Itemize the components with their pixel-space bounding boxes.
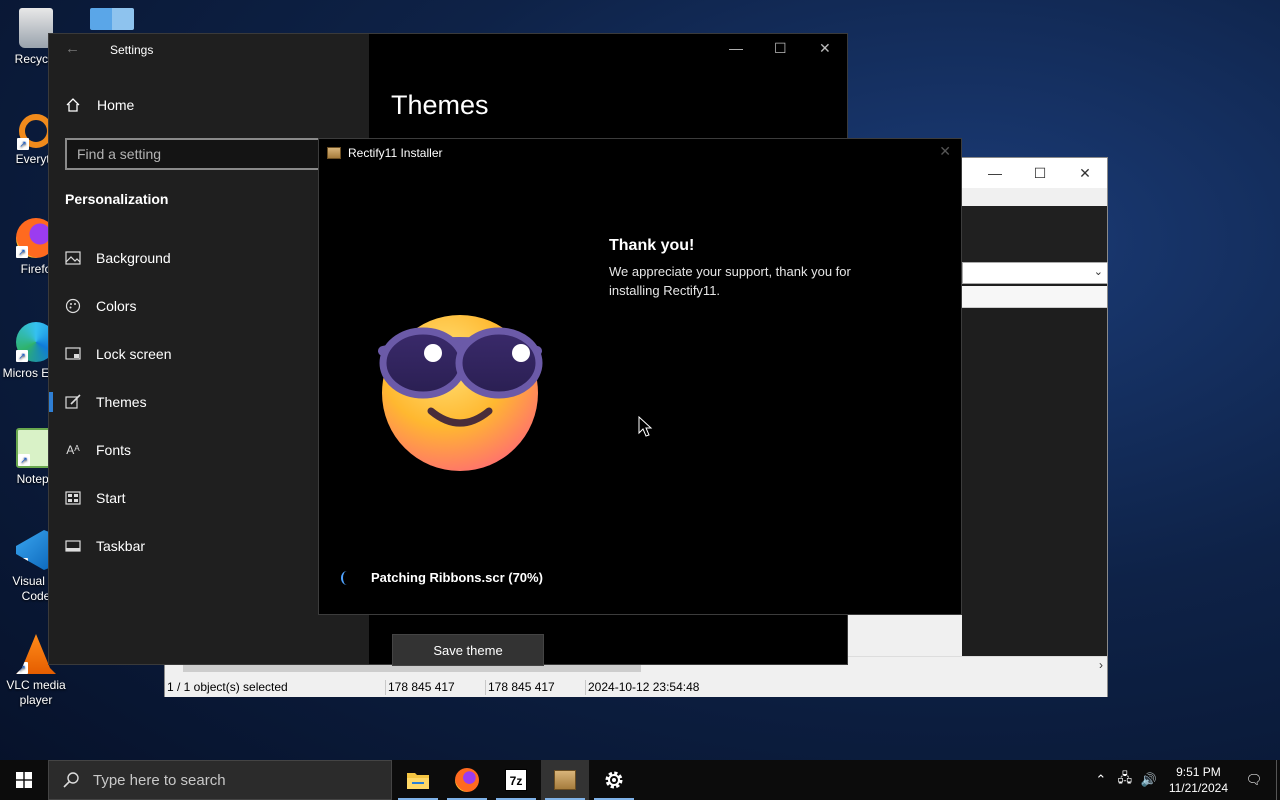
clock[interactable]: 9:51 PM 11/21/2024: [1169, 764, 1228, 796]
palette-icon: [65, 298, 81, 314]
file-explorer-icon: [407, 773, 429, 789]
save-theme-button[interactable]: Save theme: [392, 634, 544, 666]
clock-date: 11/21/2024: [1168, 781, 1228, 795]
progress-text: Patching Ribbons.scr (70%): [371, 570, 543, 585]
maximize-button[interactable]: ☐: [1017, 162, 1063, 184]
taskbar-rectify11-installer[interactable]: [541, 760, 589, 800]
status-packed-size: 178 845 417: [485, 680, 555, 695]
close-button[interactable]: ✕: [819, 40, 831, 57]
system-tray: ⌃ 🖧 🔊 9:51 PM 11/21/2024 🗨: [1089, 760, 1280, 800]
desktop-icon-folder[interactable]: [88, 8, 136, 34]
close-button[interactable]: ✕: [1062, 162, 1108, 184]
taskbar-file-explorer[interactable]: [394, 760, 442, 800]
loading-spinner-icon: [341, 570, 353, 585]
firefox-icon: [455, 768, 479, 792]
taskbar-settings[interactable]: [590, 760, 638, 800]
home-nav-item[interactable]: Home: [65, 97, 134, 113]
nav-label: Colors: [96, 298, 137, 314]
lock-screen-icon: [65, 346, 81, 362]
thank-you-message: We appreciate your support, thank you fo…: [609, 264, 851, 298]
chevron-down-icon[interactable]: ⌄: [1094, 265, 1103, 278]
back-arrow-icon[interactable]: ←: [65, 40, 80, 57]
taskbar-search-box[interactable]: Type here to search: [48, 760, 392, 800]
shortcut-arrow-icon: ↗: [18, 454, 30, 466]
start-icon: [65, 490, 81, 506]
installer-box-icon: [327, 147, 341, 159]
scroll-right-arrow-icon[interactable]: ›: [1099, 658, 1103, 672]
brush-icon: [65, 394, 81, 410]
taskbar-icon: [65, 538, 81, 554]
volume-icon[interactable]: 🔊: [1137, 772, 1161, 788]
column-header[interactable]: [962, 286, 1107, 308]
nav-label: Background: [96, 250, 171, 266]
status-modified: 2024-10-12 23:54:48: [585, 680, 699, 695]
network-icon[interactable]: 🖧: [1113, 769, 1137, 791]
shortcut-arrow-icon: ↗: [16, 246, 28, 258]
home-label: Home: [97, 97, 135, 113]
font-icon: Aᴬ: [66, 443, 80, 457]
nav-label: Start: [96, 490, 126, 506]
thank-you-heading: Thank you!: [609, 237, 695, 254]
page-title: Themes: [391, 90, 489, 120]
image-icon: [65, 250, 81, 266]
shortcut-arrow-icon: ↗: [16, 558, 28, 570]
chevron-up-icon[interactable]: ⌃: [1089, 772, 1113, 788]
start-button[interactable]: [0, 760, 48, 800]
desktop-icon-label: VLC media player: [6, 678, 66, 707]
sunglasses-smiley-icon: [378, 315, 543, 471]
installer-titlebar[interactable]: Rectify11 Installer: [327, 146, 442, 160]
home-icon: [66, 98, 80, 112]
taskbar: Type here to search 7z ⌃ 🖧 🔊 9:51 PM 11/…: [0, 760, 1280, 800]
progress-status: Patching Ribbons.scr (70%): [341, 570, 543, 585]
mouse-cursor-icon: [638, 416, 653, 437]
taskbar-firefox[interactable]: [443, 760, 491, 800]
settings-window-title: Settings: [110, 43, 154, 57]
show-desktop-button[interactable]: [1276, 760, 1280, 800]
windows-logo-icon: [16, 772, 32, 788]
file-manager-toolbar: [962, 206, 1107, 260]
minimize-button[interactable]: —: [729, 40, 743, 56]
installer-dialog[interactable]: Rectify11 Installer ✕ Thank you! We appr…: [318, 138, 962, 615]
7zip-icon: 7z: [505, 769, 527, 791]
status-bar: 1 / 1 object(s) selected 178 845 417 178…: [165, 676, 1107, 697]
status-selected: 1 / 1 object(s) selected: [167, 680, 288, 694]
folder-icon: [90, 8, 134, 30]
section-title: Personalization: [65, 191, 169, 207]
close-icon[interactable]: ✕: [939, 143, 951, 160]
shortcut-arrow-icon: ↗: [16, 350, 28, 362]
nav-label: Lock screen: [96, 346, 172, 362]
installer-title: Rectify11 Installer: [348, 146, 443, 160]
clock-time: 9:51 PM: [1176, 765, 1221, 779]
maximize-button[interactable]: ☐: [774, 40, 787, 57]
status-size: 178 845 417: [385, 680, 455, 695]
taskbar-search-placeholder: Type here to search: [93, 771, 226, 789]
minimize-button[interactable]: —: [972, 162, 1018, 184]
installer-box-icon: [554, 770, 576, 790]
path-combobox[interactable]: ⌄: [962, 262, 1108, 284]
search-icon: [63, 772, 79, 788]
nav-label: Taskbar: [96, 538, 146, 554]
taskbar-7zip[interactable]: 7z: [492, 760, 540, 800]
nav-label: Themes: [96, 394, 147, 410]
notification-icon[interactable]: 🗨: [1242, 772, 1266, 788]
nav-label: Fonts: [96, 442, 132, 458]
shortcut-arrow-icon: ↗: [16, 662, 28, 674]
shortcut-arrow-icon: ↗: [17, 138, 29, 150]
gear-icon: [605, 771, 623, 789]
